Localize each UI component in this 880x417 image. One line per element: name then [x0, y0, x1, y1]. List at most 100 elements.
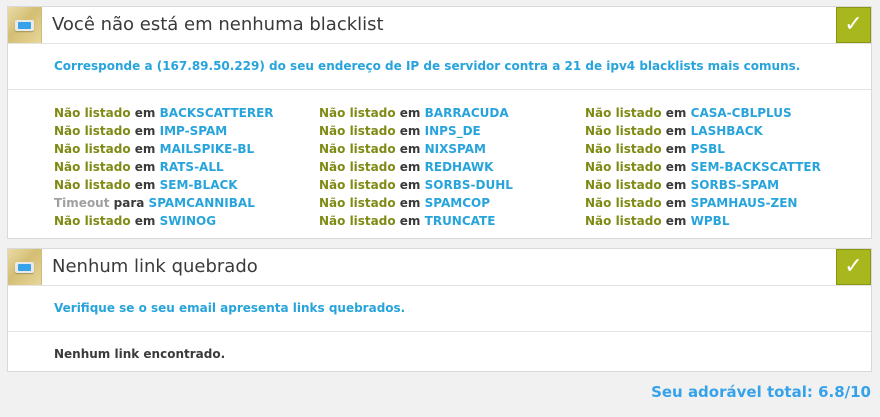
blacklist-description: Corresponde a (167.89.50.229) do seu end…: [8, 44, 871, 90]
blacklist-preposition: em: [134, 178, 156, 192]
blacklist-preposition: em: [399, 106, 421, 120]
blacklist-status: Não listado: [54, 106, 131, 120]
blacklist-preposition: em: [665, 106, 687, 120]
blacklist-grid: Não listado em BACKSCATTERER Não listado …: [8, 90, 871, 240]
blacklist-status: Não listado: [585, 124, 662, 138]
blacklist-name: RATS-ALL: [159, 160, 224, 174]
blacklist-preposition: em: [134, 160, 156, 174]
blacklist-preposition: em: [134, 124, 156, 138]
blacklist-status: Não listado: [54, 214, 131, 228]
blacklist-status: Timeout: [54, 196, 110, 210]
blacklist-status: Não listado: [319, 178, 396, 192]
blacklist-preposition: em: [399, 196, 421, 210]
blacklist-name: TRUNCATE: [424, 214, 496, 228]
blacklist-entry: Não listado em LASHBACK: [585, 122, 821, 140]
blacklist-name: SORBS-SPAM: [690, 178, 780, 192]
blacklist-name: IMP-SPAM: [159, 124, 228, 138]
blacklist-entry: Não listado em REDHAWK: [319, 158, 513, 176]
blacklist-name: CASA-CBLPLUS: [690, 106, 792, 120]
blacklist-preposition: em: [665, 214, 687, 228]
blacklist-preposition: para: [113, 196, 145, 210]
blacklist-entry: Não listado em CASA-CBLPLUS: [585, 104, 821, 122]
blacklist-preposition: em: [665, 178, 687, 192]
blacklist-preposition: em: [134, 142, 156, 156]
blacklist-status: Não listado: [585, 106, 662, 120]
blacklist-status: Não listado: [585, 196, 662, 210]
blacklist-name: INPS_DE: [424, 124, 481, 138]
checkmark-icon: ✓: [836, 249, 871, 285]
broken-links-result: Nenhum link encontrado.: [54, 347, 226, 361]
blacklist-name: SEM-BLACK: [159, 178, 238, 192]
blacklist-column: Não listado em CASA-CBLPLUS Não listado e…: [585, 104, 821, 230]
blacklist-entry: Não listado em SEM-BACKSCATTER: [585, 158, 821, 176]
blacklist-preposition: em: [399, 124, 421, 138]
blacklist-column: Não listado em BARRACUDA Não listado em I…: [319, 104, 513, 230]
broken-links-panel-header: Nenhum link quebrado ✓: [8, 249, 871, 286]
blacklist-status: Não listado: [54, 142, 131, 156]
blacklist-entry: Não listado em TRUNCATE: [319, 212, 513, 230]
blacklist-entry: Não listado em BARRACUDA: [319, 104, 513, 122]
blacklist-preposition: em: [134, 214, 156, 228]
blacklist-name: REDHAWK: [424, 160, 494, 174]
checkmark-icon: ✓: [836, 7, 871, 43]
blacklist-entry: Não listado em PSBL: [585, 140, 821, 158]
blacklist-status: Não listado: [319, 106, 396, 120]
blacklist-name: WPBL: [690, 214, 730, 228]
blacklist-preposition: em: [665, 196, 687, 210]
blacklist-entry: Não listado em SORBS-DUHL: [319, 176, 513, 194]
blacklist-entry: Não listado em IMP-SPAM: [54, 122, 274, 140]
blacklist-status: Não listado: [319, 196, 396, 210]
blacklist-panel-header: Você não está em nenhuma blacklist ✓: [8, 7, 871, 44]
blacklist-preposition: em: [399, 178, 421, 192]
blacklist-status: Não listado: [319, 160, 396, 174]
blacklist-name: SPAMHAUS-ZEN: [690, 196, 798, 210]
blacklist-preposition: em: [134, 106, 156, 120]
blacklist-name: SPAMCOP: [424, 196, 491, 210]
blacklist-entry: Não listado em SORBS-SPAM: [585, 176, 821, 194]
blacklist-status: Não listado: [585, 160, 662, 174]
blacklist-status: Não listado: [54, 124, 131, 138]
broken-links-panel-title: Nenhum link quebrado: [52, 256, 258, 277]
blacklist-entry: Não listado em SPAMCOP: [319, 194, 513, 212]
blacklist-entry: Não listado em MAILSPIKE-BL: [54, 140, 274, 158]
blacklist-status: Não listado: [585, 142, 662, 156]
blacklist-entry: Não listado em RATS-ALL: [54, 158, 274, 176]
blacklist-status: Não listado: [585, 178, 662, 192]
broken-links-description: Verifique se o seu email apresenta links…: [8, 286, 871, 332]
blacklist-panel: Você não está em nenhuma blacklist ✓ Cor…: [7, 6, 872, 239]
broken-links-panel: Nenhum link quebrado ✓ Verifique se o se…: [7, 248, 872, 372]
blacklist-preposition: em: [399, 160, 421, 174]
blacklist-status: Não listado: [54, 178, 131, 192]
blacklist-name: SWINOG: [159, 214, 217, 228]
blacklist-name: SEM-BACKSCATTER: [690, 160, 821, 174]
blacklist-column: Não listado em BACKSCATTERER Não listado …: [54, 104, 274, 230]
blacklist-status: Não listado: [319, 214, 396, 228]
blacklist-status: Não listado: [319, 142, 396, 156]
blacklist-status: Não listado: [585, 214, 662, 228]
blacklist-preposition: em: [399, 142, 421, 156]
blacklist-entry: Não listado em NIXSPAM: [319, 140, 513, 158]
blacklist-entry: Não listado em SPAMHAUS-ZEN: [585, 194, 821, 212]
blacklist-entry: Não listado em WPBL: [585, 212, 821, 230]
blacklist-status: Não listado: [54, 160, 131, 174]
blacklist-name: MAILSPIKE-BL: [159, 142, 255, 156]
blacklist-preposition: em: [665, 142, 687, 156]
blacklist-name: BARRACUDA: [424, 106, 509, 120]
monitor-icon: [8, 249, 42, 285]
blacklist-entry: Não listado em INPS_DE: [319, 122, 513, 140]
score-total: Seu adorável total: 6.8/10: [651, 383, 871, 401]
blacklist-preposition: em: [399, 214, 421, 228]
blacklist-entry: Não listado em SWINOG: [54, 212, 274, 230]
monitor-icon: [8, 7, 42, 43]
blacklist-entry: Não listado em BACKSCATTERER: [54, 104, 274, 122]
blacklist-preposition: em: [665, 124, 687, 138]
blacklist-preposition: em: [665, 160, 687, 174]
blacklist-panel-title: Você não está em nenhuma blacklist: [52, 14, 384, 35]
blacklist-entry: Timeout para SPAMCANNIBAL: [54, 194, 274, 212]
blacklist-name: SPAMCANNIBAL: [148, 196, 255, 210]
blacklist-name: LASHBACK: [690, 124, 763, 138]
blacklist-name: PSBL: [690, 142, 725, 156]
blacklist-entry: Não listado em SEM-BLACK: [54, 176, 274, 194]
blacklist-name: NIXSPAM: [424, 142, 486, 156]
blacklist-status: Não listado: [319, 124, 396, 138]
